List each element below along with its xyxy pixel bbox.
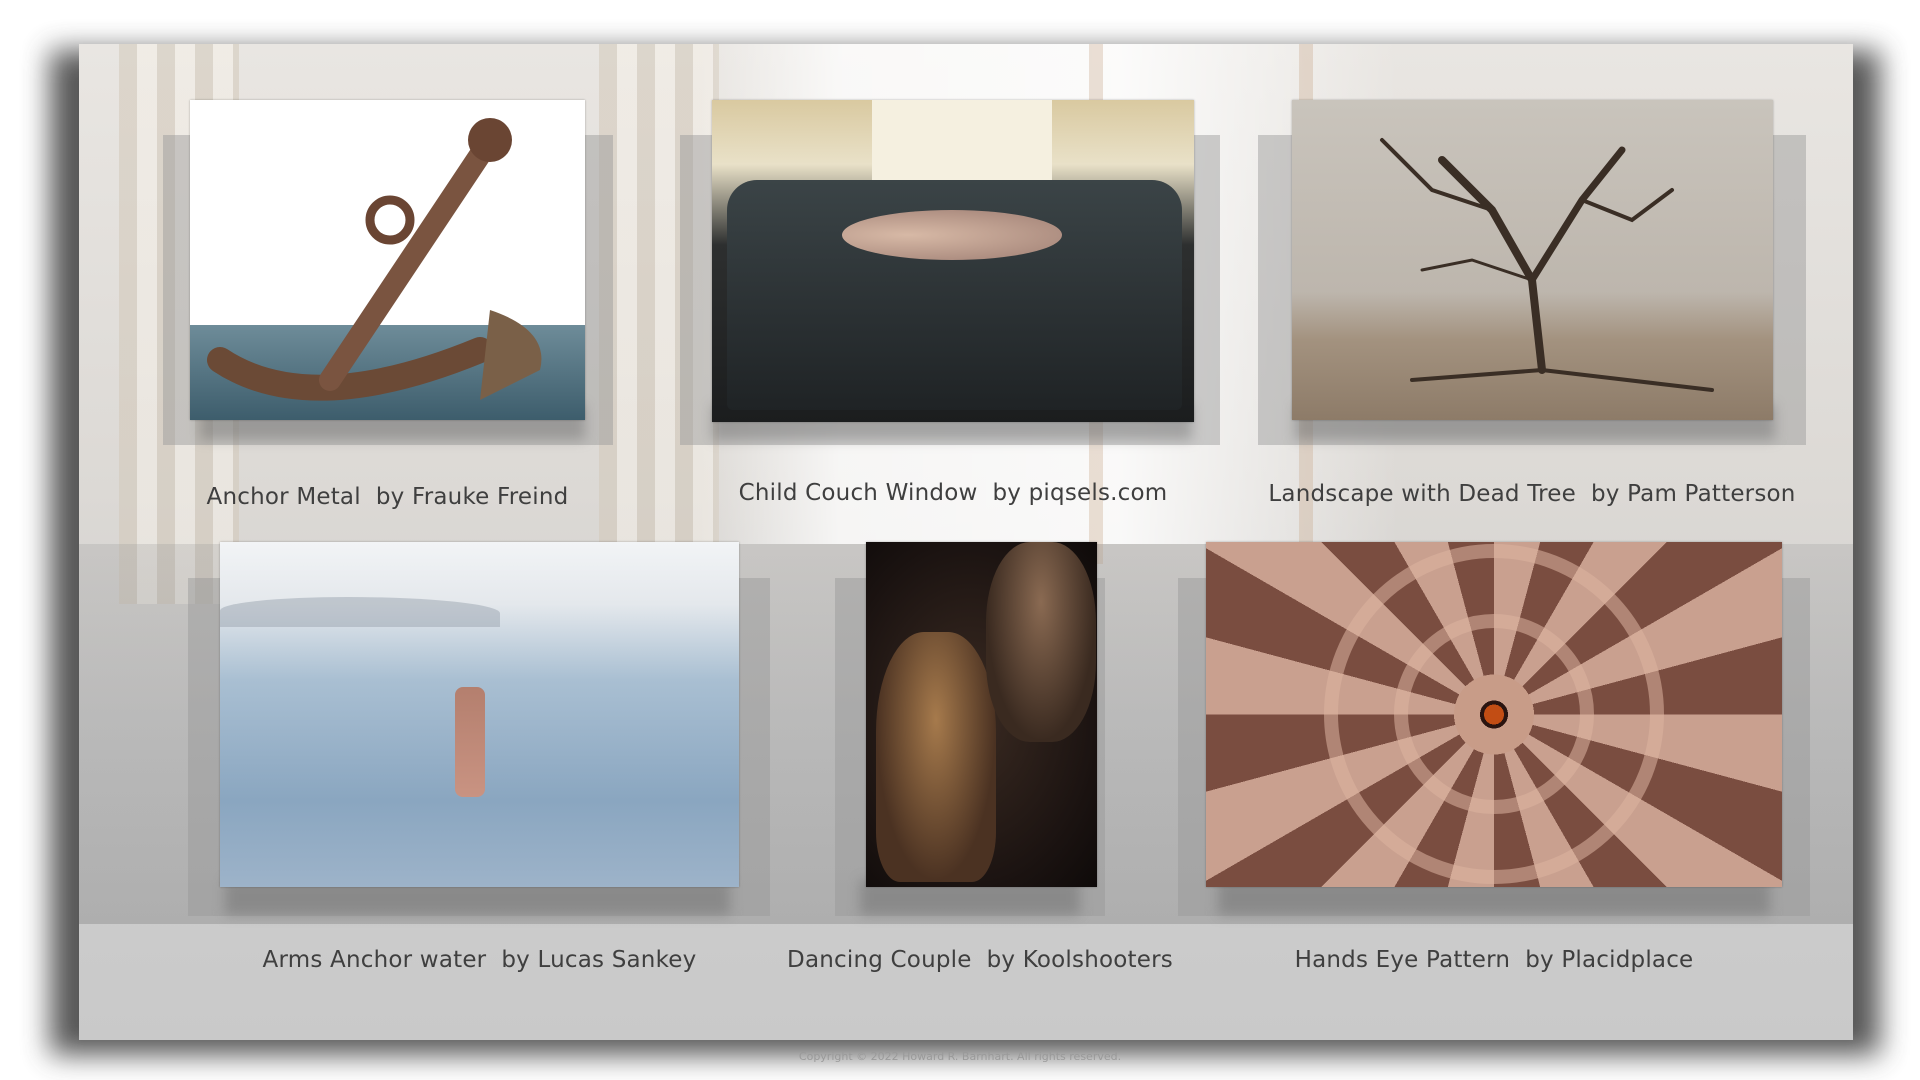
photo-hill [220,597,500,627]
photo-figure [986,542,1096,742]
gallery-caption: Anchor Metal by Frauke Freind [206,484,569,510]
gallery-caption: Child Couch Window by piqsels.com [738,480,1168,506]
photo-arms [455,687,485,797]
arms-water-photo[interactable] [220,542,739,887]
anchor-photo[interactable] [190,100,585,420]
anchor-icon [207,118,542,401]
gallery-caption: Landscape with Dead Tree by Pam Patterso… [1268,481,1796,507]
gallery-caption: Arms Anchor water by Lucas Sankey [262,947,697,973]
photo-child [842,210,1062,260]
photo-figure [876,632,996,882]
gallery-caption: Dancing Couple by Koolshooters [787,947,1173,973]
copyright-text: Copyright © 2022 Howard R. Barnhart. All… [798,1050,1122,1063]
dead-tree-photo[interactable] [1292,100,1773,420]
child-couch-photo[interactable] [712,100,1194,422]
photo-pattern-ring [1324,544,1664,884]
gallery-page: Anchor Metal by Frauke Freind Child Couc… [0,0,1920,1080]
gallery-caption: Hands Eye Pattern by Placidplace [1294,947,1694,973]
hands-eye-photo[interactable] [1206,542,1782,887]
dead-tree-icon [1380,138,1714,392]
dancing-couple-photo[interactable] [866,542,1097,887]
